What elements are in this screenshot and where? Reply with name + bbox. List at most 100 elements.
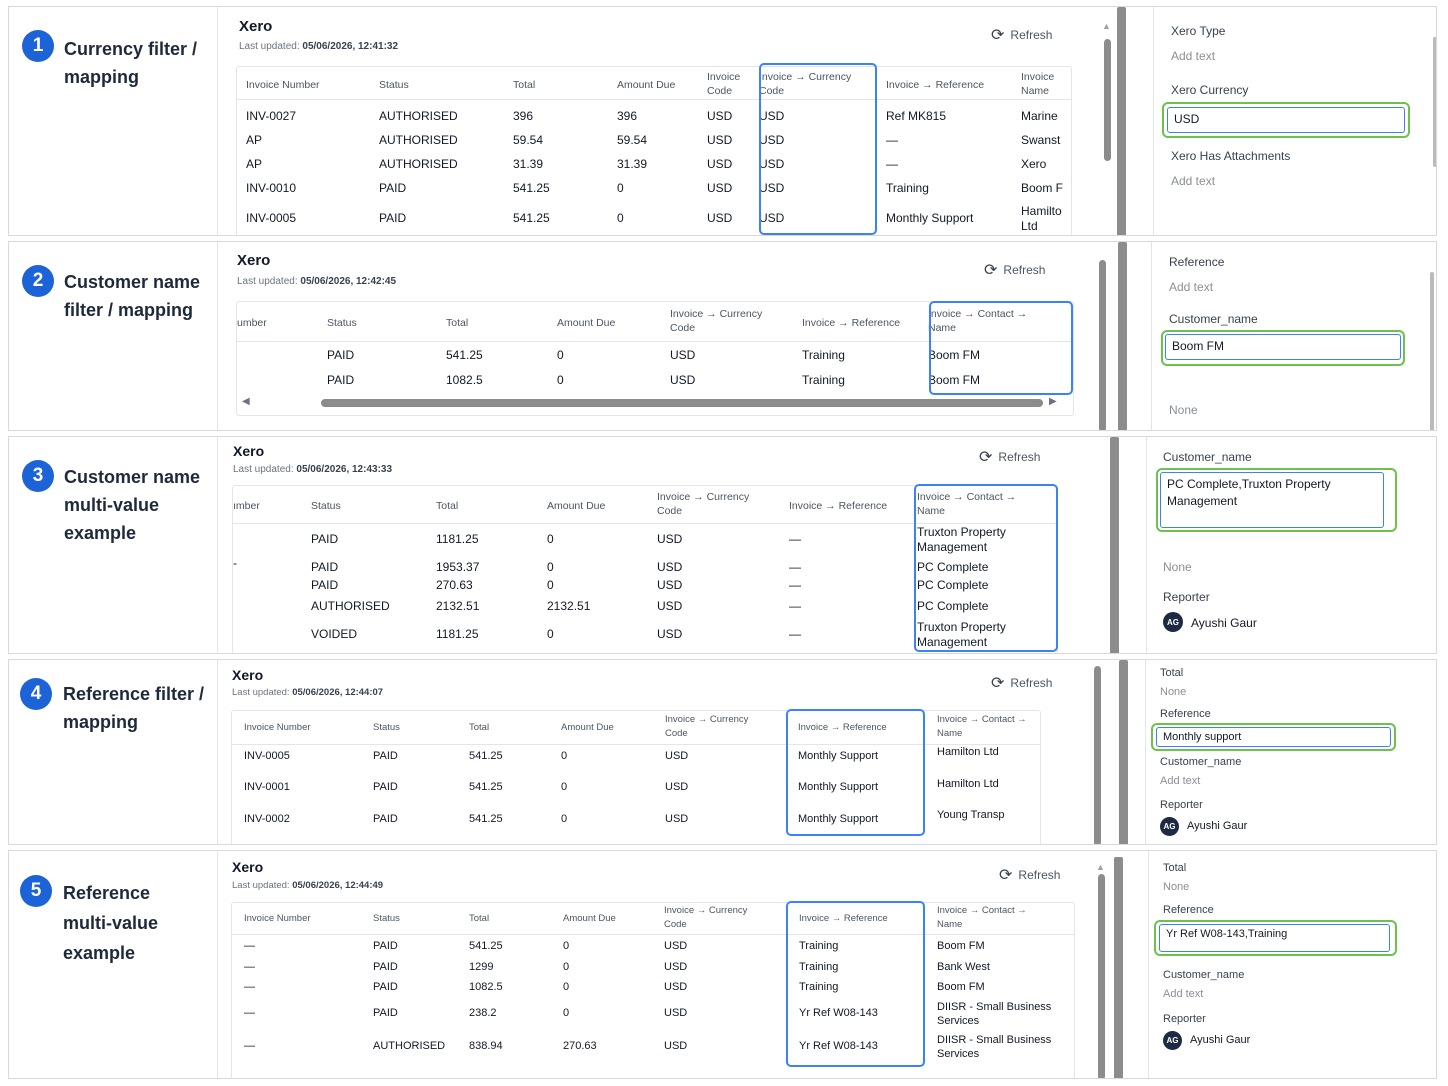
field-label: Total (1160, 667, 1184, 679)
table-cell: PAID (327, 348, 355, 362)
table-cell: VOIDED (311, 627, 358, 641)
panel-divider-scrollbar[interactable] (1110, 437, 1119, 653)
table-cell: 396 (617, 109, 638, 123)
column-header[interactable]: Invoice Number (246, 78, 320, 92)
table-cell: 1082.5 (469, 981, 503, 993)
column-header[interactable]: Total (469, 912, 489, 926)
table-cell: USD (665, 813, 689, 825)
column-header[interactable]: Invoice → Reference (789, 499, 887, 513)
column-header[interactable]: Invoice → Currency Code (664, 904, 747, 932)
table-cell: — (244, 1007, 255, 1019)
column-header[interactable]: Status (373, 721, 400, 735)
column-header[interactable]: Invoice → Currency Code (657, 490, 749, 518)
avatar: AG (1160, 817, 1179, 836)
table-cell: Boom F (1021, 181, 1064, 195)
table-cell: — (789, 532, 801, 546)
scroll-right-icon[interactable]: ▶ (1049, 396, 1057, 407)
refresh-button[interactable]: ⟳ Refresh (979, 447, 1040, 467)
field-value[interactable]: Add text (1160, 775, 1200, 787)
table-cell: USD (657, 627, 683, 641)
reporter-name[interactable]: Ayushi Gaur (1190, 1034, 1250, 1046)
refresh-button[interactable]: ⟳ Refresh (999, 865, 1060, 885)
column-header[interactable]: Total (446, 316, 468, 330)
table-cell: USD (707, 109, 733, 123)
column-header[interactable]: Invoice Number (244, 721, 311, 735)
field-value[interactable]: Add text (1171, 174, 1215, 188)
last-updated: Last updated: 05/06/2026, 12:43:33 (233, 464, 393, 475)
panel-divider-scrollbar[interactable] (1118, 242, 1127, 430)
table-cell: 0 (547, 627, 554, 641)
column-header[interactable]: Amount Due (563, 912, 616, 926)
scroll-left-icon[interactable]: ◀ (242, 396, 250, 407)
table-cell: Training (802, 373, 845, 387)
table-cell: AUTHORISED (379, 109, 458, 123)
table-cell: USD (664, 961, 688, 973)
reporter-name[interactable]: Ayushi Gaur (1191, 616, 1257, 630)
sidebar-scrollbar[interactable] (1430, 272, 1434, 430)
customer-name-input[interactable]: Boom FM (1165, 334, 1401, 360)
refresh-button[interactable]: ⟳ Refresh (991, 673, 1052, 693)
reporter-name[interactable]: Ayushi Gaur (1187, 820, 1247, 832)
column-header[interactable]: Total (469, 721, 489, 735)
vertical-scrollbar[interactable] (1104, 39, 1111, 161)
table-cell: USD (707, 133, 733, 147)
refresh-button[interactable]: ⟳ Refresh (991, 25, 1052, 45)
column-header[interactable]: Amount Due (547, 499, 605, 513)
column-header[interactable]: Invoice → Reference (886, 78, 984, 92)
currency-input[interactable]: USD (1167, 107, 1405, 133)
column-header[interactable]: Amount Due (561, 721, 614, 735)
column-header[interactable]: Total (436, 499, 458, 513)
refresh-button[interactable]: ⟳ Refresh (984, 260, 1045, 280)
highlight-contact-name-column (929, 301, 1073, 395)
column-header[interactable]: Status (373, 912, 400, 926)
column-header[interactable]: Invoice → Reference (802, 316, 900, 330)
panel-divider-scrollbar[interactable] (1119, 660, 1128, 844)
column-header[interactable]: Invoice → Contact → Name (937, 713, 1027, 741)
column-header[interactable]: Invoice → Contact → Name (937, 904, 1027, 932)
table-cell: — (789, 599, 801, 613)
table-cell: USD (665, 781, 689, 793)
horizontal-scrollbar[interactable] (321, 399, 1043, 407)
table-cell: 59.54 (513, 133, 544, 147)
vertical-scrollbar[interactable] (1099, 260, 1106, 430)
xero-table-card: Xero Last updated: 05/06/2026, 12:43:33 … (219, 437, 1127, 653)
column-header[interactable]: Invoice → Currency Code (670, 307, 762, 335)
column-header[interactable]: Status (327, 316, 357, 330)
table-cell: — (789, 578, 801, 592)
table-cell: 0 (547, 560, 554, 574)
table-cell: - (233, 556, 237, 570)
column-header[interactable]: Invoice Name (1021, 70, 1054, 98)
last-updated: Last updated: 05/06/2026, 12:44:07 (232, 687, 384, 698)
panel-divider-scrollbar[interactable] (1114, 857, 1123, 1078)
table-cell: Training (886, 181, 929, 195)
highlight-reference-column (786, 901, 925, 1067)
column-header[interactable]: Invoice Number (244, 912, 311, 926)
column-header[interactable]: Invoice → Currency Code (665, 713, 748, 741)
table-cell: 541.25 (469, 813, 503, 825)
field-value[interactable]: Add text (1171, 49, 1215, 63)
column-header[interactable]: Status (311, 499, 341, 513)
table-cell: 541.25 (513, 181, 550, 195)
field-value[interactable]: Add text (1169, 280, 1213, 294)
table-cell: — (244, 1040, 255, 1052)
vertical-scrollbar[interactable] (1094, 666, 1101, 844)
panel-divider-scrollbar[interactable] (1117, 7, 1126, 235)
vertical-scrollbar[interactable] (1098, 874, 1105, 1078)
column-header[interactable]: Total (513, 78, 535, 92)
scroll-up-icon[interactable]: ▲ (1096, 862, 1105, 872)
column-header[interactable]: Amount Due (617, 78, 675, 92)
field-value[interactable]: Add text (1163, 988, 1203, 1000)
reference-input[interactable]: Yr Ref W08-143,Training (1159, 924, 1390, 952)
column-header[interactable]: umber (237, 316, 267, 330)
xero-table-card: Xero Last updated: 05/06/2026, 12:42:45 … (219, 242, 1127, 430)
scroll-up-icon[interactable]: ▲ (1102, 21, 1111, 31)
column-header[interactable]: Status (379, 78, 409, 92)
column-header[interactable]: Amount Due (557, 316, 615, 330)
sidebar-scrollbar[interactable] (1433, 37, 1436, 167)
column-header[interactable]: Invoice Code (707, 70, 740, 98)
table-cell: 0 (563, 981, 570, 993)
customer-name-input[interactable]: PC Complete,Truxton Property Management (1160, 472, 1384, 528)
reference-input[interactable]: Monthly support (1156, 727, 1391, 747)
table-cell: Xero (1021, 157, 1047, 171)
column-header[interactable]: ımber (233, 499, 260, 513)
